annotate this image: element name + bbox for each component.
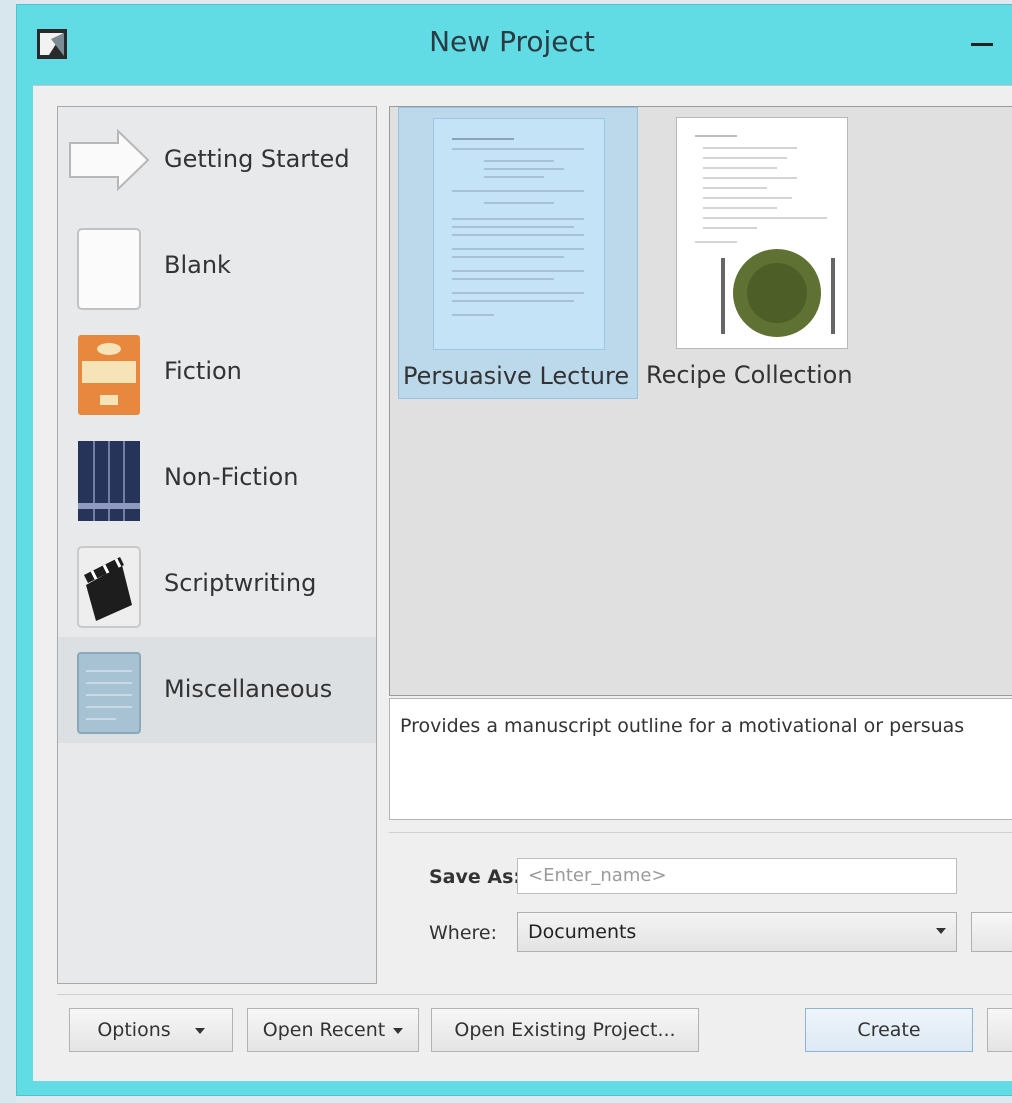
- clapperboard-icon: [77, 546, 141, 628]
- template-recipe-collection[interactable]: Recipe Collection: [644, 107, 874, 397]
- sidebar-item-label: Fiction: [164, 357, 242, 385]
- sidebar-item-label: Non-Fiction: [164, 463, 299, 491]
- non-fiction-binders-icon: [78, 441, 140, 521]
- divider: [389, 832, 1012, 833]
- open-existing-label: Open Existing Project...: [454, 1019, 676, 1041]
- sidebar-item-scriptwriting[interactable]: Scriptwriting: [58, 531, 376, 637]
- template-grid: Persuasive Lecture Recipe Collection: [389, 106, 1012, 696]
- sidebar-item-fiction[interactable]: Fiction: [58, 319, 376, 425]
- template-description: Provides a manuscript outline for a moti…: [389, 698, 1012, 820]
- sidebar-item-label: Blank: [164, 251, 231, 279]
- window-title: New Project: [429, 25, 595, 58]
- blank-page-icon: [77, 228, 141, 310]
- sidebar-item-miscellaneous[interactable]: Miscellaneous: [58, 637, 376, 743]
- dropdown-arrow-icon: [936, 928, 946, 934]
- divider: [57, 994, 1012, 995]
- options-label: Options: [97, 1019, 171, 1041]
- sidebar-item-non-fiction[interactable]: Non-Fiction: [58, 425, 376, 531]
- minimize-button[interactable]: [971, 43, 993, 46]
- description-text: Provides a manuscript outline for a moti…: [400, 715, 965, 737]
- miscellaneous-document-icon: [77, 652, 141, 734]
- desktop-background: [0, 0, 16, 1103]
- open-recent-label: Open Recent: [262, 1019, 386, 1041]
- open-existing-project-button[interactable]: Open Existing Project...: [431, 1008, 699, 1052]
- save-as-input[interactable]: <Enter_name>: [517, 858, 957, 894]
- chevron-down-icon: [194, 1027, 205, 1034]
- title-bar[interactable]: New Project: [17, 5, 1012, 83]
- where-label: Where:: [429, 922, 498, 944]
- dialog-body: Getting Started Blank Fiction Non-Fictio…: [33, 85, 1012, 1081]
- sidebar-item-label: Miscellaneous: [164, 675, 333, 703]
- sidebar-item-label: Getting Started: [164, 145, 350, 173]
- where-dropdown[interactable]: Documents: [517, 912, 957, 952]
- persuasive-lecture-thumbnail: [433, 118, 605, 350]
- getting-started-arrow-icon: [69, 128, 150, 192]
- template-persuasive-lecture[interactable]: Persuasive Lecture: [398, 107, 638, 399]
- template-label: Persuasive Lecture: [403, 362, 630, 390]
- open-recent-button[interactable]: Open Recent: [247, 1008, 419, 1052]
- sidebar-item-getting-started[interactable]: Getting Started: [58, 107, 376, 213]
- options-button[interactable]: Options: [69, 1008, 233, 1052]
- create-button[interactable]: Create: [805, 1008, 973, 1052]
- where-value: Documents: [528, 921, 637, 943]
- create-label: Create: [857, 1019, 921, 1041]
- fiction-book-icon: [78, 335, 140, 415]
- category-sidebar: Getting Started Blank Fiction Non-Fictio…: [57, 106, 377, 984]
- new-project-window: New Project Getting Started Blank Fictio…: [16, 4, 1012, 1096]
- browse-button[interactable]: [971, 912, 1012, 952]
- chevron-down-icon: [393, 1027, 404, 1034]
- sidebar-item-blank[interactable]: Blank: [58, 213, 376, 319]
- save-as-label: Save As:: [429, 866, 522, 888]
- sidebar-item-label: Scriptwriting: [164, 569, 317, 597]
- cancel-button[interactable]: [987, 1008, 1012, 1052]
- template-label: Recipe Collection: [646, 361, 853, 389]
- recipe-collection-thumbnail: [676, 117, 848, 349]
